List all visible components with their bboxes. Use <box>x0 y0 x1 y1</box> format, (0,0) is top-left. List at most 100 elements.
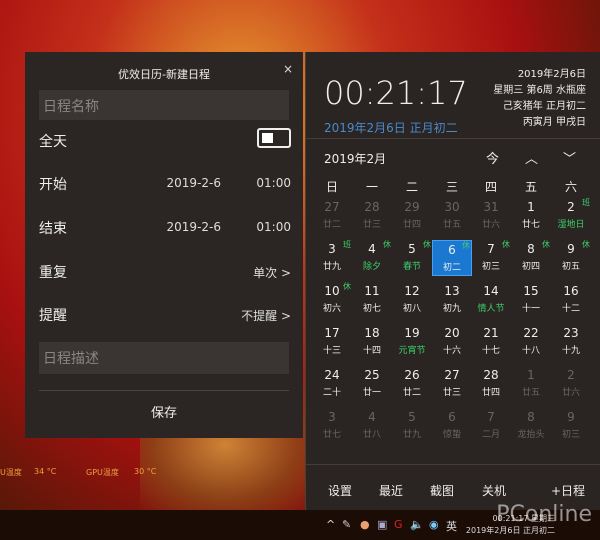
month-title[interactable]: 2019年2月 <box>324 150 386 167</box>
screenshot-button[interactable]: 截图 <box>430 482 454 499</box>
photo-icon[interactable]: ▣ <box>377 518 387 531</box>
calendar-day[interactable]: 18 十四 <box>352 324 392 360</box>
calendar-day[interactable]: 9 初五休 <box>551 240 591 276</box>
shutdown-button[interactable]: 关机 <box>482 482 506 499</box>
lunar-label: 初四 <box>521 262 540 272</box>
save-button[interactable]: 保存 <box>25 402 303 421</box>
ime-indicator[interactable]: 英 <box>446 518 457 534</box>
watermark: PConline <box>496 502 592 527</box>
chevron-up-icon[interactable]: ^ <box>326 518 335 531</box>
calendar-day[interactable]: 26 廿二 <box>392 366 432 402</box>
calendar-day[interactable]: 2 廿六 <box>551 366 591 402</box>
calendar-day[interactable]: 3 廿九班 <box>312 240 352 276</box>
calendar-day[interactable]: 19 元宵节 <box>392 324 432 360</box>
remind-row[interactable]: 提醒 不提醒 > <box>39 305 291 325</box>
calendar-day[interactable]: 5 春节休 <box>392 240 432 276</box>
repeat-row[interactable]: 重复 单次 > <box>39 262 291 282</box>
day-number: 21 <box>483 326 499 340</box>
calendar-day[interactable]: 27 廿三 <box>432 366 472 402</box>
chevron-down-icon[interactable]: ﹀ <box>563 148 576 167</box>
calendar-day[interactable]: 22 十八 <box>511 324 551 360</box>
settings-button[interactable]: 设置 <box>328 482 352 499</box>
day-number: 17 <box>324 326 340 340</box>
day-number: 6 <box>448 410 456 424</box>
start-time[interactable]: 01:00 <box>256 176 291 190</box>
lunar-label: 廿三 <box>442 388 461 398</box>
calendar-day[interactable]: 31 廿六 <box>471 198 511 234</box>
end-date[interactable]: 2019-2-6 <box>167 220 221 234</box>
calendar-day[interactable]: 17 十三 <box>312 324 352 360</box>
repeat-value[interactable]: 单次 > <box>253 264 291 281</box>
calendar-day[interactable]: 7 初三休 <box>471 240 511 276</box>
lunar-label: 初二 <box>442 263 461 273</box>
remind-value[interactable]: 不提醒 > <box>241 307 291 324</box>
day-number: 29 <box>404 200 420 214</box>
day-number: 13 <box>444 284 460 298</box>
calendar-day-selected[interactable]: 6 初二休 <box>432 240 472 276</box>
calendar-day[interactable]: 10 初六休 <box>312 282 352 318</box>
calendar-day[interactable]: 13 初九 <box>432 282 472 318</box>
event-description-input[interactable]: 日程描述 <box>39 342 289 374</box>
calendar-day[interactable]: 6 惊蛰 <box>432 408 472 444</box>
calendar-day[interactable]: 1 廿五 <box>511 366 551 402</box>
chevron-up-icon[interactable]: ︿ <box>525 148 538 167</box>
volume-icon[interactable]: 🔈 <box>410 518 424 531</box>
calendar-day[interactable]: 27 廿二 <box>312 198 352 234</box>
day-number: 12 <box>404 284 420 298</box>
event-name-input[interactable]: 日程名称 <box>39 90 289 120</box>
calendar-day[interactable]: 5 廿九 <box>392 408 432 444</box>
end-row[interactable]: 结束 2019-2-6 01:00 <box>39 218 291 238</box>
lunar-date-link[interactable]: 2019年2月6日 正月初二 <box>324 119 458 136</box>
network-icon[interactable]: ◉ <box>429 518 439 531</box>
pin-icon[interactable]: ✎ <box>342 518 351 531</box>
calendar-day[interactable]: 2 湿地日班 <box>551 198 591 234</box>
app-g-icon[interactable]: G <box>394 518 403 531</box>
calendar-day[interactable]: 8 龙抬头 <box>511 408 551 444</box>
calendar-day[interactable]: 16 十二 <box>551 282 591 318</box>
calendar-day[interactable]: 23 十九 <box>551 324 591 360</box>
allday-row: 全天 <box>39 128 291 151</box>
calendar-day[interactable]: 9 初三 <box>551 408 591 444</box>
calendar-day[interactable]: 29 廿四 <box>392 198 432 234</box>
day-number: 28 <box>364 200 380 214</box>
lunar-label: 廿四 <box>402 220 421 230</box>
calendar-day[interactable]: 4 廿八 <box>352 408 392 444</box>
weekday-header: 五 <box>524 180 537 194</box>
info-lunar-year: 己亥猪年 正月初二 <box>502 101 586 112</box>
lunar-label: 廿二 <box>322 220 341 230</box>
holiday-badge: 休 <box>542 240 550 249</box>
lunar-label: 除夕 <box>362 262 381 272</box>
calendar-day[interactable]: 25 廿一 <box>352 366 392 402</box>
day-number: 27 <box>444 368 460 382</box>
calendar-day[interactable]: 15 十一 <box>511 282 551 318</box>
holiday-badge: 班 <box>582 198 590 207</box>
close-icon[interactable]: × <box>283 62 293 76</box>
calendar-day[interactable]: 14 情人节 <box>471 282 511 318</box>
calendar-day[interactable]: 11 初七 <box>352 282 392 318</box>
calendar-day[interactable]: 30 廿五 <box>432 198 472 234</box>
end-time[interactable]: 01:00 <box>256 220 291 234</box>
calendar-day[interactable]: 28 廿四 <box>471 366 511 402</box>
calendar-day[interactable]: 12 初八 <box>392 282 432 318</box>
add-event-button[interactable]: +日程 <box>551 482 585 499</box>
lunar-label: 廿二 <box>402 388 421 398</box>
calendar-day[interactable]: 4 除夕休 <box>352 240 392 276</box>
calendar-day[interactable]: 1 廿七 <box>511 198 551 234</box>
calendar-day[interactable]: 21 十七 <box>471 324 511 360</box>
calendar-day[interactable]: 28 廿三 <box>352 198 392 234</box>
lunar-label: 初九 <box>442 304 461 314</box>
app-tray-icon[interactable]: ● <box>360 518 370 531</box>
lunar-label: 廿五 <box>521 388 540 398</box>
lunar-label: 廿一 <box>362 388 381 398</box>
allday-toggle[interactable] <box>257 128 291 148</box>
calendar-day[interactable]: 3 廿七 <box>312 408 352 444</box>
calendar-day[interactable]: 8 初四休 <box>511 240 551 276</box>
today-button[interactable]: 今 <box>486 148 499 167</box>
calendar-day[interactable]: 24 二十 <box>312 366 352 402</box>
calendar-day[interactable]: 20 十六 <box>432 324 472 360</box>
weekday-header: 三 <box>445 180 458 194</box>
start-row[interactable]: 开始 2019-2-6 01:00 <box>39 174 291 194</box>
calendar-day[interactable]: 7 二月 <box>471 408 511 444</box>
recent-button[interactable]: 最近 <box>379 482 403 499</box>
start-date[interactable]: 2019-2-6 <box>167 176 221 190</box>
